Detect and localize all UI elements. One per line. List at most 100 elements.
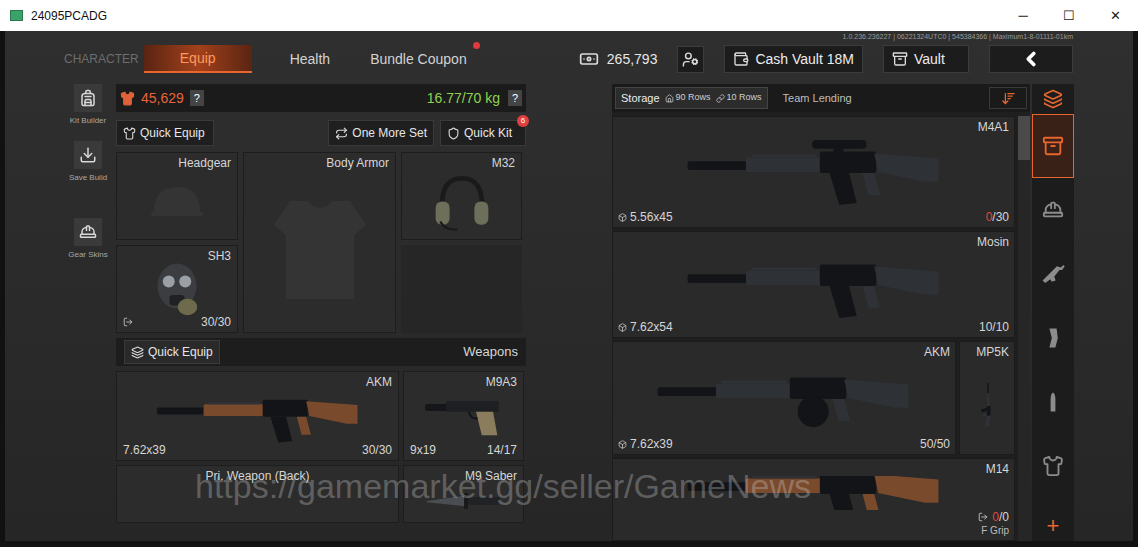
notification-dot (473, 42, 480, 49)
app-icon (10, 10, 23, 21)
add-category-button[interactable]: + (1032, 515, 1074, 537)
category-tab[interactable] (1032, 114, 1074, 178)
category-tab[interactable] (1032, 370, 1074, 434)
profile-button[interactable] (677, 46, 704, 73)
rifle-icon (644, 250, 984, 320)
window-title: 24095PCADG (31, 7, 107, 25)
item-name: M14 (986, 462, 1009, 476)
category-tab[interactable] (1032, 306, 1074, 370)
nav-tab[interactable]: CHARACTER (62, 45, 141, 73)
ammo-count: 10/10 (979, 320, 1009, 334)
helmet-icon (148, 181, 206, 225)
storage-item[interactable]: M4A15.56x450/30 (612, 116, 1015, 228)
rifle-icon (1040, 261, 1066, 287)
weapon-slot[interactable]: Pri. Weapon (Back) (116, 465, 399, 523)
help-button[interactable]: ? (190, 90, 204, 106)
gear-icon (1042, 199, 1064, 221)
profile-icon (682, 51, 699, 68)
quick-equip-button[interactable]: Quick Equip (124, 340, 220, 364)
sidebar: Kit Builder Save Build Gear Skins (64, 84, 112, 541)
sidebar-item[interactable]: Save Build (69, 141, 107, 184)
rifle-icon (644, 476, 984, 510)
gear-slot[interactable]: Body Armor (243, 152, 396, 333)
nav-tab[interactable]: Health (288, 45, 332, 73)
storage-tab[interactable]: Team Lending (778, 87, 857, 109)
storage-item[interactable]: M140/0F Grip (612, 458, 1015, 541)
weapon-slot[interactable]: M9A39x1914/17 (403, 371, 524, 461)
loadout-button[interactable]: One More Set (328, 120, 434, 146)
window-control[interactable]: ✕ (1092, 0, 1138, 31)
back-button[interactable] (989, 45, 1073, 73)
weapon-slot[interactable]: AKM7.62x3930/30 (116, 371, 399, 461)
scrollbar[interactable] (1018, 116, 1030, 541)
storage-row: Mosin 7.62x54 10/10 (612, 231, 1015, 338)
vault-button[interactable]: Vault (883, 45, 969, 73)
title-bar: 24095PCADG ─☐✕ (0, 0, 1138, 31)
rifle-icon (618, 363, 950, 433)
loadout-button[interactable]: Quick Equip (116, 120, 214, 146)
sidebar-icon (79, 89, 97, 107)
loadout-panel: 45,629?16.77/70 kg?Quick EquipOne More S… (116, 84, 526, 541)
item-name: M4A1 (978, 120, 1009, 134)
vest-icon (120, 91, 135, 106)
badge: 6 (517, 115, 529, 127)
ammo-type-icon (618, 440, 627, 449)
category-bar: + (1032, 84, 1074, 541)
storage-item[interactable]: MP5K (959, 341, 1015, 455)
top-nav: CHARACTEREquipHealthBundle Coupon265,793… (5, 42, 1133, 76)
window-control[interactable]: ─ (1000, 0, 1046, 31)
weapon-slot[interactable]: M9 Saber (403, 465, 524, 523)
all-items-icon (1043, 89, 1063, 109)
item-name: Mosin (977, 235, 1009, 249)
category-tab[interactable] (1032, 434, 1074, 498)
storage-tab[interactable]: Storage90 Rows10 Rows (615, 87, 768, 109)
back-arrow-icon (1020, 48, 1042, 70)
cash-vault-icon (733, 51, 749, 67)
storage-item[interactable]: Mosin 7.62x54 10/10 (612, 231, 1015, 338)
link-icon (716, 94, 725, 103)
storage-list: M4A15.56x450/30Mosin7.62x5410/10AKM7.62x… (612, 116, 1015, 541)
nav-tab[interactable]: Bundle Coupon (368, 45, 469, 73)
sidebar-item[interactable]: Kit Builder (70, 84, 106, 127)
caliber: 7.62x39 (123, 443, 166, 457)
category-tab[interactable] (1032, 84, 1074, 114)
slot-label: M9A3 (486, 375, 517, 389)
gear-slot[interactable]: SH330/30 (116, 245, 238, 333)
button-icon (123, 127, 136, 140)
pistol-icon (425, 394, 503, 438)
category-tab[interactable] (1032, 178, 1074, 242)
button-icon (335, 127, 348, 140)
rifle-icon (133, 388, 383, 444)
gear-slot[interactable]: M32 (401, 152, 522, 240)
vault-button[interactable]: Cash Vault 18M (724, 45, 863, 73)
gear-slot[interactable]: Headgear (116, 152, 238, 240)
rifle-icon (644, 137, 984, 207)
slot-label: SH3 (208, 249, 231, 263)
storage-item[interactable]: AKM7.62x3950/50 (612, 341, 956, 455)
caliber: 7.62x54 (630, 320, 673, 334)
scrollbar-thumb[interactable] (1018, 116, 1030, 160)
home-icon (665, 94, 674, 103)
slot-label: M32 (492, 156, 515, 170)
magazine-icon (1041, 326, 1065, 350)
help-button[interactable]: ? (508, 90, 522, 106)
sidebar-item[interactable]: Gear Skins (68, 218, 108, 261)
slot-label: AKM (366, 375, 392, 389)
loadout-button[interactable]: Quick Kit6 (440, 120, 526, 146)
slot-label: Pri. Weapon (Back) (206, 469, 310, 483)
bullet-icon (1041, 390, 1065, 414)
gas-mask-icon (147, 259, 207, 319)
empty-slot (401, 245, 522, 333)
body-armor-icon (270, 194, 370, 306)
ammo-type-icon (618, 323, 627, 332)
category-tab[interactable] (1032, 242, 1074, 306)
loadout-value: 45,629 (141, 88, 184, 109)
nav-tab[interactable]: Equip (144, 45, 252, 73)
sort-button[interactable] (989, 87, 1027, 109)
app-window: 24095PCADG─☐✕1.0.236.236227 | 06221324UT… (0, 0, 1138, 547)
window-control[interactable]: ☐ (1046, 0, 1092, 31)
ammo-count: 50/50 (920, 437, 950, 451)
caliber: 5.56x45 (630, 210, 673, 224)
smg-icon (975, 383, 999, 427)
vest-icon (1042, 455, 1064, 477)
